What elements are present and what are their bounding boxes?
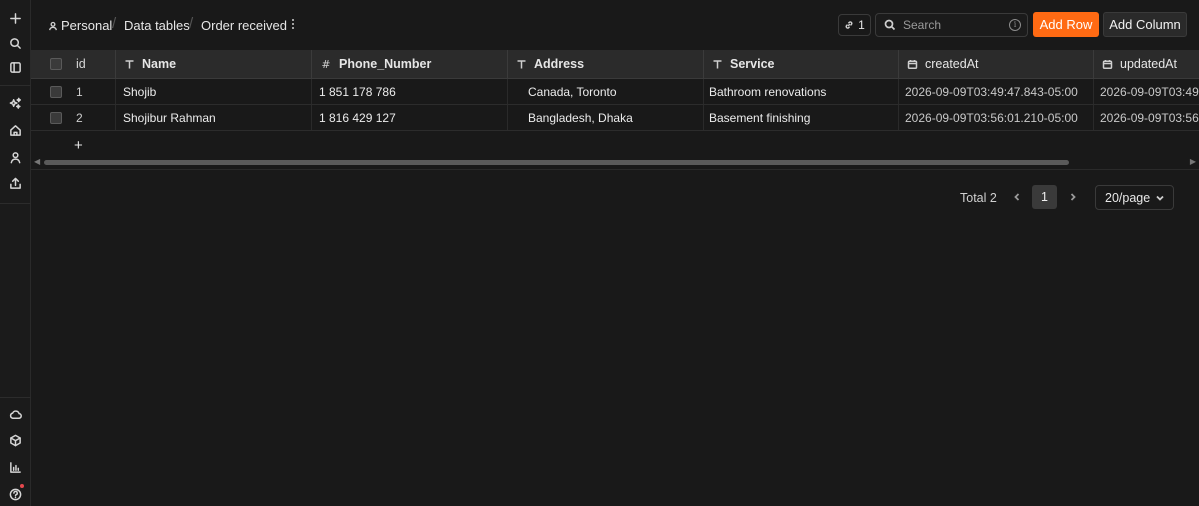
cell-service[interactable]: Bathroom renovations: [704, 79, 899, 104]
row-checkbox[interactable]: [50, 85, 62, 98]
sparkles-icon[interactable]: [7, 95, 23, 111]
cell-id: 2: [76, 110, 83, 125]
cell-phone[interactable]: 1 851 178 786: [312, 79, 508, 104]
share-count: 1: [858, 18, 865, 32]
add-row-button[interactable]: Add Row: [1033, 12, 1099, 37]
search-input[interactable]: [903, 18, 1003, 32]
table-row[interactable]: 2 Shojibur Rahman 1 816 429 127 Banglade…: [31, 105, 1199, 131]
column-header-label: Service: [730, 57, 775, 71]
cube-icon[interactable]: [7, 432, 23, 448]
cloud-icon[interactable]: [7, 406, 23, 422]
breadcrumb-current[interactable]: Order received: [201, 18, 287, 33]
calendar-icon: [1101, 59, 1113, 70]
link-icon: [845, 21, 853, 29]
pagination-current-page[interactable]: 1: [1032, 185, 1057, 209]
rail-divider: [0, 203, 31, 204]
table-header: id Name # Phone_Number Address Service cr…: [31, 50, 1199, 79]
plus-icon[interactable]: [7, 10, 23, 26]
breadcrumb-separator: /: [189, 15, 194, 32]
column-header-label: updatedAt: [1120, 57, 1177, 71]
row-select-cell: 1: [31, 79, 116, 104]
cell-name[interactable]: Shojib: [116, 79, 312, 104]
chevron-left-icon[interactable]: [1010, 189, 1024, 205]
user-icon: [48, 19, 58, 34]
breadcrumb-section[interactable]: Data tables: [124, 18, 190, 33]
chevron-right-icon[interactable]: [1066, 189, 1080, 205]
upload-icon[interactable]: [7, 175, 23, 191]
chart-icon[interactable]: [7, 459, 23, 475]
table-row[interactable]: 1 Shojib 1 851 178 786 Canada, Toronto B…: [31, 79, 1199, 105]
column-header-service[interactable]: Service: [704, 50, 899, 78]
text-type-icon: [711, 59, 723, 70]
cell-phone[interactable]: 1 816 429 127: [312, 105, 508, 130]
table-divider: [31, 169, 1199, 170]
select-all-checkbox[interactable]: [50, 58, 62, 70]
rail-divider: [0, 85, 31, 86]
column-header-address[interactable]: Address: [508, 50, 704, 78]
scrollbar-thumb[interactable]: [44, 160, 1069, 165]
column-header-label: Phone_Number: [339, 57, 432, 71]
add-row-plus[interactable]: +: [74, 137, 83, 154]
number-hash-icon: #: [321, 57, 331, 71]
column-header-label: createdAt: [925, 57, 979, 71]
column-header-updatedat[interactable]: updatedAt: [1094, 50, 1199, 78]
cell-id: 1: [76, 84, 83, 99]
text-type-icon: [123, 59, 135, 70]
horizontal-scrollbar[interactable]: ◀ ▶: [31, 157, 1199, 167]
panel-icon[interactable]: [7, 59, 23, 75]
home-icon[interactable]: [7, 122, 23, 138]
cell-updatedat[interactable]: 2026-09-09T03:56:: [1094, 105, 1199, 130]
cell-createdat[interactable]: 2026-09-09T03:56:01.210-05:00: [899, 105, 1094, 130]
cell-address[interactable]: Bangladesh, Dhaka: [508, 105, 704, 130]
cell-name[interactable]: Shojibur Rahman: [116, 105, 312, 130]
scroll-left-icon[interactable]: ◀: [34, 157, 40, 166]
left-rail: [0, 0, 31, 506]
row-select-cell: 2: [31, 105, 116, 130]
column-header-label: Address: [534, 57, 585, 71]
row-checkbox[interactable]: [50, 111, 62, 124]
notification-dot: [20, 484, 24, 488]
breadcrumb-workspace-label: Personal: [61, 18, 113, 33]
add-column-button[interactable]: Add Column: [1103, 12, 1187, 37]
header-select-id: id: [31, 50, 116, 78]
search-icon[interactable]: [7, 35, 23, 51]
search-box[interactable]: i: [875, 13, 1028, 37]
calendar-icon: [906, 59, 918, 70]
cell-service[interactable]: Basement finishing: [704, 105, 899, 130]
column-header-id[interactable]: id: [76, 57, 86, 71]
cell-address[interactable]: Canada, Toronto: [508, 79, 704, 104]
chevron-down-icon: [1156, 195, 1164, 201]
breadcrumb-separator: /: [112, 15, 117, 32]
column-header-name[interactable]: Name: [116, 50, 312, 78]
pagination-total: Total 2: [960, 191, 997, 205]
cell-createdat[interactable]: 2026-09-09T03:49:47.843-05:00: [899, 79, 1094, 104]
column-header-phone[interactable]: # Phone_Number: [312, 50, 508, 78]
breadcrumb-workspace[interactable]: Personal: [48, 18, 112, 34]
rail-divider: [0, 397, 31, 398]
info-icon[interactable]: i: [1009, 19, 1021, 31]
help-icon[interactable]: [7, 486, 23, 502]
page-size-value: 20/page: [1105, 190, 1151, 205]
column-header-createdat[interactable]: createdAt: [899, 50, 1094, 78]
cell-updatedat[interactable]: 2026-09-09T03:49:: [1094, 79, 1199, 104]
page-size-select[interactable]: 20/page: [1095, 185, 1174, 210]
column-header-label: Name: [142, 57, 177, 71]
page-header: Personal / Data tables / Order received …: [31, 0, 1199, 50]
scroll-right-icon[interactable]: ▶: [1190, 157, 1196, 166]
share-link-button[interactable]: 1: [838, 14, 871, 36]
user-icon[interactable]: [7, 149, 23, 165]
more-options-icon[interactable]: [288, 17, 298, 33]
search-icon: [884, 19, 896, 31]
text-type-icon: [515, 59, 527, 70]
